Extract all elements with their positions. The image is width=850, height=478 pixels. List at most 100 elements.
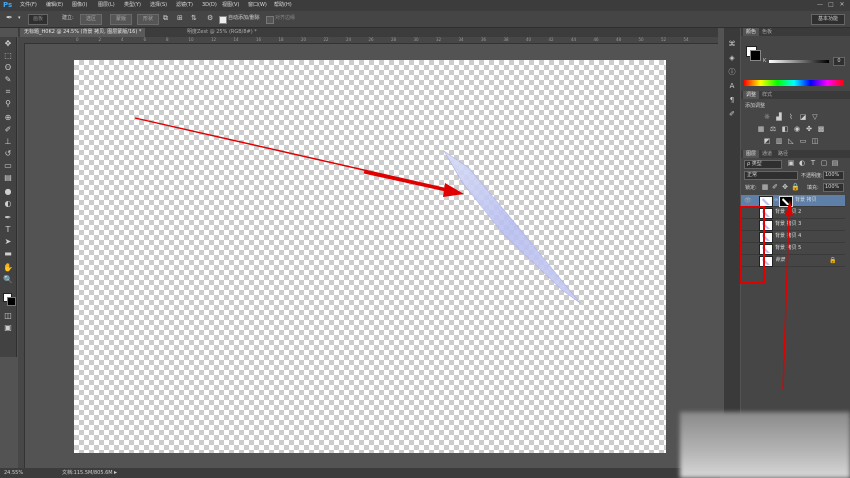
filter-pixel-icon[interactable]: ▣ xyxy=(787,159,795,167)
curves-icon[interactable]: ⌇ xyxy=(787,113,795,121)
gradient-map-icon[interactable]: ▭ xyxy=(799,137,807,145)
annotation-arrow-canvas xyxy=(134,117,453,191)
color-spectrum-bar[interactable] xyxy=(744,80,844,86)
menu-type[interactable]: 类型(Y) xyxy=(124,1,141,10)
status-menu-arrow-icon[interactable]: ▸ xyxy=(114,468,117,478)
ruler-tick-label: 52 xyxy=(661,37,667,42)
filter-shape-icon[interactable]: ▢ xyxy=(820,159,828,167)
brush-tool-icon[interactable]: ✐ xyxy=(3,125,13,135)
crop-tool-icon[interactable]: ⌗ xyxy=(3,87,13,97)
zoom-level[interactable]: 24.55% xyxy=(4,468,23,478)
quick-select-tool-icon[interactable]: ✎ xyxy=(3,75,13,85)
eye-icon[interactable]: 👁 xyxy=(744,197,752,204)
minimize-icon[interactable]: — xyxy=(816,1,824,9)
filter-smart-icon[interactable]: ▤ xyxy=(831,159,839,167)
color-balance-icon[interactable]: ⚖ xyxy=(769,125,777,133)
channel-mixer-icon[interactable]: ✤ xyxy=(805,125,813,133)
type-tool-icon[interactable]: T xyxy=(3,225,13,235)
menu-filter[interactable]: 滤镜(T) xyxy=(176,1,193,10)
eraser-tool-icon[interactable]: ▭ xyxy=(3,161,13,171)
menu-3d[interactable]: 3D(D) xyxy=(202,1,217,10)
character-panel-icon[interactable]: A xyxy=(728,82,736,90)
history-panel-icon[interactable]: ⌘ xyxy=(728,40,736,48)
make-shape-button[interactable]: 形状 xyxy=(137,14,160,25)
marquee-tool-icon[interactable]: ⬚ xyxy=(3,51,13,61)
posterize-icon[interactable]: ▥ xyxy=(775,137,783,145)
auto-add-delete-checkbox[interactable] xyxy=(219,16,227,24)
clone-stamp-icon[interactable]: ⊥ xyxy=(3,137,13,147)
filter-type-icon[interactable]: T xyxy=(809,159,817,167)
properties-panel-icon[interactable]: ◈ xyxy=(728,54,736,62)
history-brush-icon[interactable]: ↺ xyxy=(3,149,13,159)
tab-swatches[interactable]: 色板 xyxy=(759,28,775,36)
menu-layer[interactable]: 图层(L) xyxy=(98,1,115,10)
close-icon[interactable]: ✕ xyxy=(838,1,846,9)
tab-layers[interactable]: 图层 xyxy=(743,150,760,158)
background-color-swatch[interactable] xyxy=(7,297,16,306)
exposure-icon[interactable]: ◪ xyxy=(799,113,807,121)
fill-input[interactable]: 100% xyxy=(823,183,844,192)
photo-filter-icon[interactable]: ◉ xyxy=(793,125,801,133)
blur-tool-icon[interactable]: ● xyxy=(3,187,13,197)
menu-image[interactable]: 图像(I) xyxy=(72,1,87,10)
color-background-swatch[interactable] xyxy=(750,50,761,61)
tab-paths[interactable]: 路径 xyxy=(775,150,791,158)
screen-mode-icon[interactable]: ▣ xyxy=(3,323,13,333)
make-mask-button[interactable]: 蒙版 xyxy=(110,14,133,25)
lasso-tool-icon[interactable]: ʘ xyxy=(3,63,13,73)
tool-mode-select[interactable]: 画板 xyxy=(28,14,49,25)
gradient-tool-icon[interactable]: ▤ xyxy=(3,173,13,183)
blend-mode-select[interactable]: 正常 xyxy=(744,171,798,180)
eyedropper-tool-icon[interactable]: ⚲ xyxy=(3,99,13,109)
layer-filter-select[interactable]: ρ 类型 xyxy=(744,160,782,169)
brightness-contrast-icon[interactable]: ☼ xyxy=(763,113,771,121)
menu-edit[interactable]: 编辑(E) xyxy=(46,1,63,10)
hue-saturation-icon[interactable]: ▦ xyxy=(757,125,765,133)
color-slider-track[interactable] xyxy=(769,60,829,63)
workspace-select[interactable]: 基本功能 xyxy=(810,14,845,25)
hand-tool-icon[interactable]: ✋ xyxy=(3,263,13,273)
move-tool-icon[interactable]: ✥ xyxy=(3,39,13,49)
menu-help[interactable]: 帮助(H) xyxy=(274,1,292,10)
filter-adjust-icon[interactable]: ◐ xyxy=(798,159,806,167)
opacity-input[interactable]: 100% xyxy=(823,171,844,180)
paragraph-panel-icon[interactable]: ¶ xyxy=(728,96,736,104)
levels-icon[interactable]: ▟ xyxy=(775,113,783,121)
menu-file[interactable]: 文件(F) xyxy=(20,1,37,10)
path-operations-icon[interactable]: ⧉ xyxy=(163,14,168,23)
tab-active-document[interactable]: 无标题_H0K2 @ 24.5% (背景 拷贝, 图层蒙版/16) * xyxy=(20,28,146,37)
maximize-icon[interactable]: □ xyxy=(827,1,835,9)
dodge-tool-icon[interactable]: ◐ xyxy=(3,199,13,209)
path-select-icon[interactable]: ➤ xyxy=(3,237,13,247)
quick-mask-icon[interactable]: ◫ xyxy=(3,311,13,321)
make-selection-button[interactable]: 选区 xyxy=(80,14,103,25)
tab-color[interactable]: 颜色 xyxy=(743,28,760,36)
tab-styles[interactable]: 样式 xyxy=(759,91,775,99)
menu-view[interactable]: 视图(V) xyxy=(222,1,239,10)
tool-preset-chevron-icon[interactable]: ▾ xyxy=(18,14,21,23)
tab-channels[interactable]: 通道 xyxy=(759,150,775,158)
path-arrangement-icon[interactable]: ⇅ xyxy=(191,14,197,23)
gear-icon[interactable]: ⚙ xyxy=(207,14,213,23)
menu-window[interactable]: 窗口(W) xyxy=(248,1,267,10)
zoom-tool-icon[interactable]: 🔍 xyxy=(3,275,13,285)
path-alignment-icon[interactable]: ⊞ xyxy=(177,14,183,23)
healing-brush-icon[interactable]: ⊕ xyxy=(3,113,13,123)
shape-tool-icon[interactable]: ▬ xyxy=(3,249,13,259)
align-edges-checkbox[interactable] xyxy=(266,16,274,24)
color-lookup-icon[interactable]: ▩ xyxy=(817,125,825,133)
selective-color-icon[interactable]: ◫ xyxy=(811,137,819,145)
brush-presets-icon[interactable]: ✐ xyxy=(728,110,736,118)
vibrance-icon[interactable]: ▽ xyxy=(811,113,819,121)
tab-adjustments[interactable]: 调整 xyxy=(743,91,760,99)
tab-inactive-document[interactable]: 明度Zest @ 25% (RGB/8#) * xyxy=(183,28,261,37)
invert-icon[interactable]: ◩ xyxy=(763,137,771,145)
pen-tool-icon-side[interactable]: ✒ xyxy=(3,213,13,223)
color-slider-value[interactable]: 0 xyxy=(833,57,845,66)
threshold-icon[interactable]: ◺ xyxy=(787,137,795,145)
menu-select[interactable]: 选择(S) xyxy=(150,1,167,10)
info-panel-icon[interactable]: ⓘ xyxy=(728,68,736,76)
ruler-tick-label: 20 xyxy=(301,37,307,42)
black-white-icon[interactable]: ◧ xyxy=(781,125,789,133)
pen-tool-icon[interactable]: ✒ xyxy=(6,13,13,22)
